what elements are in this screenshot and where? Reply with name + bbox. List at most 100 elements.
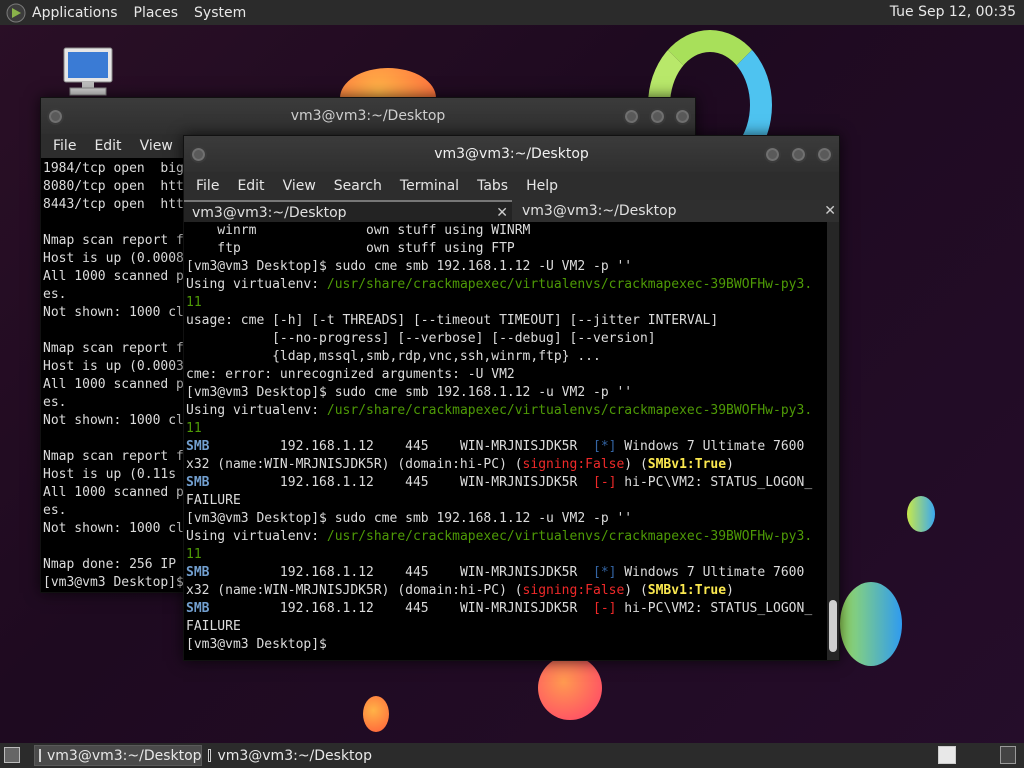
close-button[interactable] (674, 108, 691, 125)
terminal-text: hi-PC\VM2: STATUS_LOGON_ (616, 475, 813, 490)
terminal-text: /usr/share/crackmapexec/virtualenvs/crac… (326, 403, 813, 418)
terminal-text: Windows 7 Ultimate 7600 (616, 439, 805, 454)
terminal-text: 192.168.1.12 445 WIN-MRJNISJDK5R (209, 565, 593, 580)
front-terminal-output[interactable]: winrm own stuff using WINRM ftp own stuf… (184, 222, 827, 660)
tab-2-label: vm3@vm3:~/Desktop (522, 203, 677, 219)
terminal-line: 11 (186, 420, 813, 438)
menu-tabs[interactable]: Tabs (477, 178, 508, 194)
menu-file[interactable]: File (196, 178, 219, 194)
terminal-line: cme: error: unrecognized arguments: -U V… (186, 366, 813, 384)
tab-1[interactable]: vm3@vm3:~/Desktop ✕ (184, 200, 512, 222)
front-window-title: vm3@vm3:~/Desktop (434, 146, 589, 162)
front-window-menubar: File Edit View Search Terminal Tabs Help (184, 172, 839, 200)
taskbar-item-2[interactable]: vm3@vm3:~/Desktop (204, 745, 372, 766)
terminal-icon (208, 749, 212, 762)
menu-edit[interactable]: Edit (237, 178, 264, 194)
wallpaper-small-blob (907, 496, 935, 532)
taskbar-item-label: vm3@vm3:~/Desktop (47, 747, 202, 764)
menu-view[interactable]: View (140, 138, 173, 154)
minimize-button[interactable] (764, 146, 781, 163)
terminal-text: FAILURE (186, 493, 241, 508)
terminal-text: ) (726, 457, 734, 472)
terminal-line: Using virtualenv: /usr/share/crackmapexe… (186, 528, 813, 546)
wallpaper-right-blob (840, 582, 902, 666)
back-window-title: vm3@vm3:~/Desktop (290, 108, 446, 124)
terminal-text: [vm3@vm3 Desktop]$ sudo cme smb 192.168.… (186, 385, 633, 400)
clock[interactable]: Tue Sep 12, 00:35 (890, 4, 1016, 20)
terminal-text: [vm3@vm3 Desktop]$ sudo cme smb 192.168.… (186, 511, 633, 526)
terminal-text: [--no-progress] [--verbose] [--debug] [-… (186, 331, 656, 346)
wallpaper-tiny-blob (363, 696, 389, 732)
terminal-line: [vm3@vm3 Desktop]$ sudo cme smb 192.168.… (186, 510, 813, 528)
applications-menu[interactable]: Applications (32, 5, 118, 21)
menu-help[interactable]: Help (526, 178, 558, 194)
terminal-text: [*] (593, 439, 617, 454)
back-window-titlebar[interactable]: vm3@vm3:~/Desktop (41, 98, 695, 134)
terminal-text: /usr/share/crackmapexec/virtualenvs/crac… (326, 529, 813, 544)
menu-terminal[interactable]: Terminal (400, 178, 459, 194)
terminal-line: SMB 192.168.1.12 445 WIN-MRJNISJDK5R [*]… (186, 564, 813, 582)
bottom-panel: vm3@vm3:~/Desktop vm3@vm3:~/Desktop (0, 743, 1024, 768)
terminal-line: ftp own stuff using FTP (186, 240, 813, 258)
terminal-text: 11 (186, 421, 202, 436)
workspace-switcher[interactable] (938, 746, 956, 764)
terminal-text: SMBv1:True (647, 457, 727, 472)
menu-view[interactable]: View (283, 178, 316, 194)
terminal-text: SMBv1:True (647, 583, 727, 598)
close-tab-icon[interactable]: ✕ (496, 202, 508, 224)
terminal-line: 11 (186, 294, 813, 312)
gnome-foot-icon[interactable] (6, 3, 26, 23)
terminal-text: SMB (186, 565, 210, 580)
terminal-text: signing:False (522, 583, 625, 598)
terminal-text: [-] (593, 475, 617, 490)
trash-icon[interactable] (1000, 746, 1016, 764)
terminal-text: [vm3@vm3 Desktop]$ sudo cme smb 192.168.… (186, 259, 633, 274)
terminal-line: SMB 192.168.1.12 445 WIN-MRJNISJDK5R [*]… (186, 438, 813, 456)
terminal-text: Using virtualenv: (186, 529, 327, 544)
tab-1-label: vm3@vm3:~/Desktop (192, 205, 347, 221)
terminal-line: SMB 192.168.1.12 445 WIN-MRJNISJDK5R [-]… (186, 600, 813, 618)
menu-file[interactable]: File (53, 138, 76, 154)
close-tab-icon[interactable]: ✕ (824, 200, 836, 222)
terminal-line: 11 (186, 546, 813, 564)
window-menu-button[interactable] (47, 108, 64, 125)
menu-edit[interactable]: Edit (94, 138, 121, 154)
places-menu[interactable]: Places (134, 5, 179, 21)
system-menu[interactable]: System (194, 5, 246, 21)
terminal-text: /usr/share/crackmapexec/virtualenvs/crac… (326, 277, 813, 292)
scrollbar-thumb[interactable] (829, 600, 837, 652)
front-window-titlebar[interactable]: vm3@vm3:~/Desktop (184, 136, 839, 172)
close-button[interactable] (816, 146, 833, 163)
front-terminal-window[interactable]: vm3@vm3:~/Desktop File Edit View Search … (183, 135, 840, 661)
taskbar-item-label: vm3@vm3:~/Desktop (217, 747, 372, 764)
taskbar-item-1[interactable]: vm3@vm3:~/Desktop (34, 745, 202, 766)
terminal-line: x32 (name:WIN-MRJNISJDK5R) (domain:hi-PC… (186, 582, 813, 600)
window-menu-button[interactable] (190, 146, 207, 163)
terminal-text: hi-PC\VM2: STATUS_LOGON_ (616, 601, 813, 616)
maximize-button[interactable] (649, 108, 666, 125)
terminal-line: usage: cme [-h] [-t THREADS] [--timeout … (186, 312, 813, 330)
terminal-text: {ldap,mssql,smb,rdp,vnc,ssh,winrm,ftp} .… (186, 349, 601, 364)
terminal-text: 192.168.1.12 445 WIN-MRJNISJDK5R (209, 601, 593, 616)
terminal-text: SMB (186, 601, 210, 616)
terminal-line: FAILURE (186, 492, 813, 510)
terminal-line: winrm own stuff using WINRM (186, 222, 813, 240)
terminal-text: ftp own stuff using FTP (186, 241, 515, 256)
computer-icon[interactable] (62, 46, 114, 98)
terminal-line: Using virtualenv: /usr/share/crackmapexe… (186, 276, 813, 294)
terminal-text: FAILURE (186, 619, 241, 634)
terminal-icon (39, 749, 41, 762)
menu-search[interactable]: Search (334, 178, 382, 194)
terminal-text: SMB (186, 439, 210, 454)
terminal-line: x32 (name:WIN-MRJNISJDK5R) (domain:hi-PC… (186, 456, 813, 474)
scrollbar[interactable] (827, 222, 839, 660)
terminal-text: SMB (186, 475, 210, 490)
terminal-text: 192.168.1.12 445 WIN-MRJNISJDK5R (209, 475, 593, 490)
show-desktop-icon[interactable] (4, 747, 20, 763)
wallpaper-bottom-blob (538, 656, 602, 720)
maximize-button[interactable] (790, 146, 807, 163)
top-panel: Applications Places System Tue Sep 12, 0… (0, 0, 1024, 25)
tab-2[interactable]: vm3@vm3:~/Desktop ✕ (514, 200, 840, 222)
minimize-button[interactable] (623, 108, 640, 125)
terminal-text: x32 (name:WIN-MRJNISJDK5R) (domain:hi-PC… (186, 457, 523, 472)
